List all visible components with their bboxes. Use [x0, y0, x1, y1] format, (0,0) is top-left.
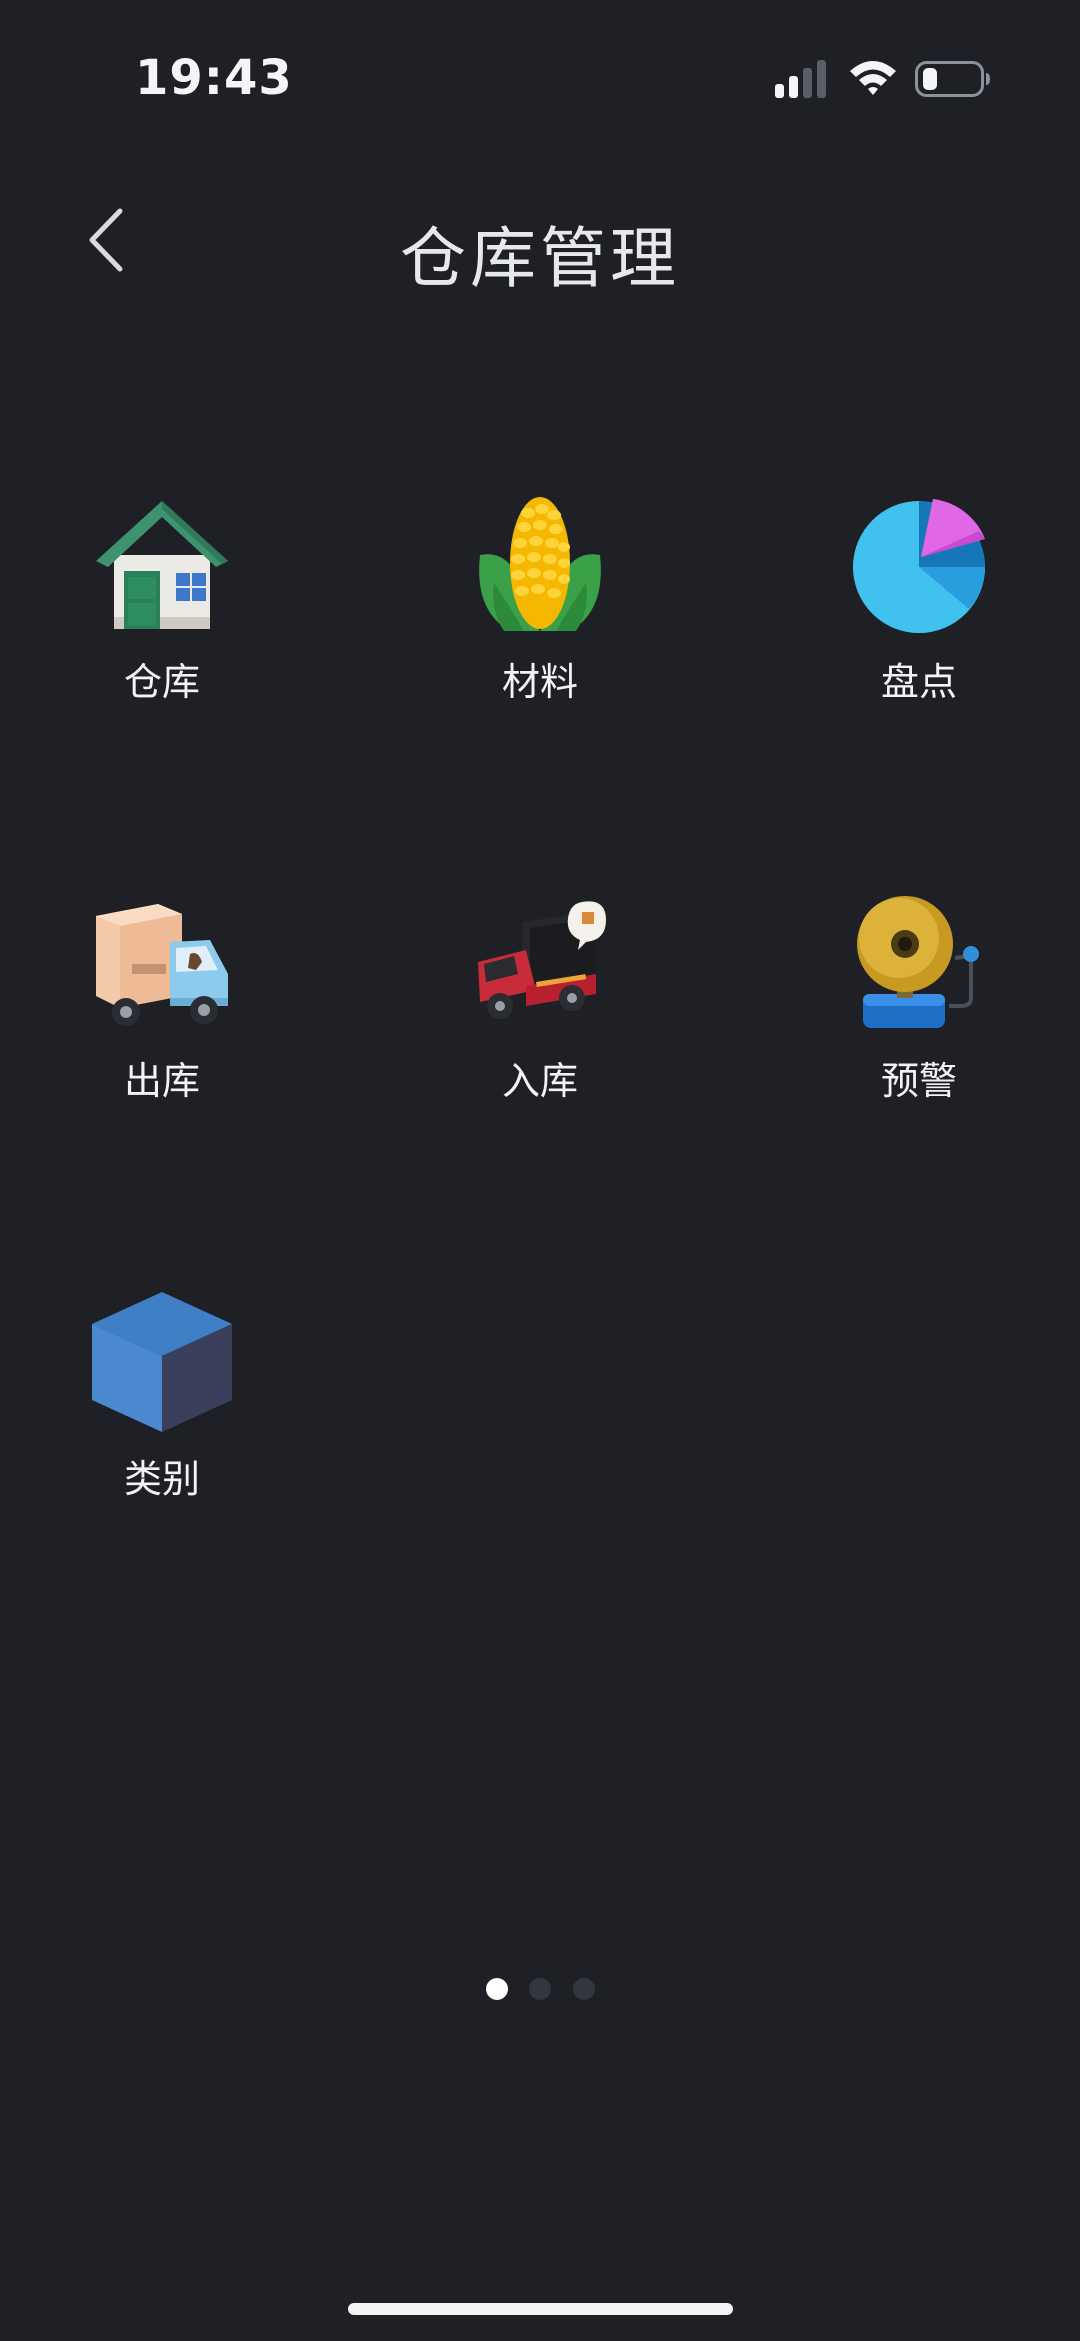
grid-item-materials[interactable]: 材料: [430, 495, 650, 735]
grid-item-warehouse[interactable]: 仓库: [52, 495, 272, 735]
grid-item-label: 预警: [880, 1059, 957, 1103]
corn-icon: [479, 497, 601, 631]
page-dot-active[interactable]: [486, 1978, 508, 2000]
grid-item-stocktake[interactable]: 盘点: [809, 495, 1029, 735]
grid-item-alert[interactable]: 预警: [809, 894, 1029, 1134]
grid-item-category[interactable]: 类别: [52, 1292, 272, 1532]
page-indicator: [480, 1975, 600, 2005]
grid-item-label: 入库: [501, 1059, 578, 1103]
grid-item-label: 盘点: [880, 660, 957, 704]
grid-item-label: 类别: [123, 1457, 200, 1501]
grid-item-label: 出库: [123, 1059, 200, 1103]
pie-chart-icon: [853, 499, 985, 633]
grid-item-label: 材料: [501, 660, 578, 704]
grid-item-label: 仓库: [123, 660, 200, 704]
page-dot[interactable]: [529, 1978, 551, 2000]
cube-icon: [92, 1292, 232, 1432]
alarm-bell-icon: [857, 896, 979, 1028]
home-indicator[interactable]: [348, 2303, 733, 2315]
grid-item-inbound[interactable]: 入库: [430, 894, 650, 1134]
page-dot[interactable]: [573, 1978, 595, 2000]
cargo-truck-icon: [478, 901, 606, 1019]
grid-item-outbound[interactable]: 出库: [52, 894, 272, 1134]
delivery-truck-icon: [96, 904, 228, 1026]
function-grid: 仓库 材料 盘点 出库 入库 预警 类别: [0, 0, 1080, 1600]
house-icon: [96, 501, 228, 629]
